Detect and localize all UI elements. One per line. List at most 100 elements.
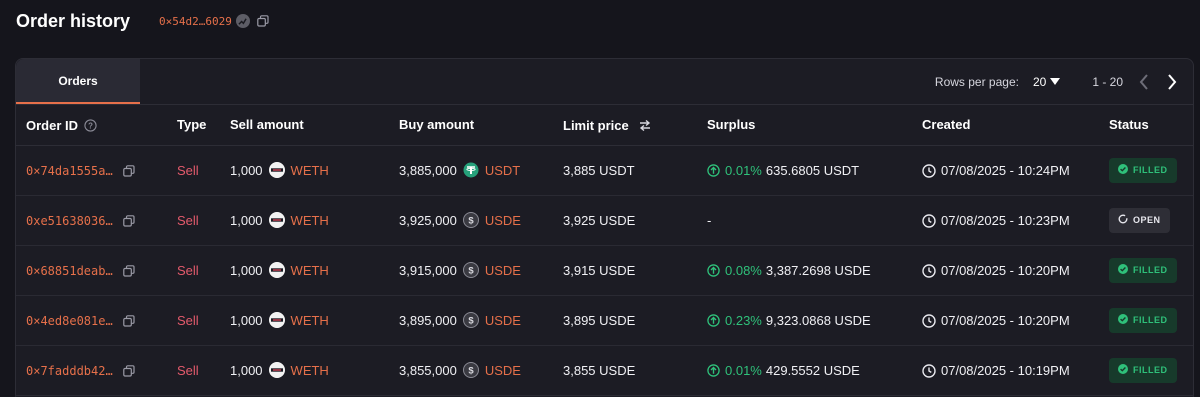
weth-icon <box>268 362 285 379</box>
buy-token-symbol[interactable]: USDE <box>485 313 521 328</box>
table-header-row: Order ID ? Type Sell amount Buy amount L… <box>16 105 1193 146</box>
sell-token-symbol[interactable]: WETH <box>291 263 329 278</box>
order-type: Sell <box>167 345 220 396</box>
col-order-id: Order ID ? <box>16 105 167 146</box>
table-row[interactable]: 0×7fadddb42… Sell 1,000 WETH 3,855,000 $… <box>16 345 1193 396</box>
table-row[interactable]: 0×4ed8e081e… Sell 1,000 WETH 3,895,000 $… <box>16 295 1193 346</box>
order-id-link[interactable]: 0×4ed8e081e… <box>26 314 113 328</box>
order-id-link[interactable]: 0xe51638036… <box>26 214 113 228</box>
pagination: Rows per page: 20 1 - 20 <box>935 59 1177 105</box>
limit-price: 3,885 USDT <box>553 145 697 196</box>
order-id-cell: 0×74da1555a… <box>16 145 167 196</box>
table-row[interactable]: 0xe51638036… Sell 1,000 WETH 3,925,000 $… <box>16 195 1193 246</box>
order-type: Sell <box>167 295 220 346</box>
sell-amount: 1,000 <box>230 162 263 178</box>
page-title: Order history <box>16 10 131 31</box>
explorer-icon[interactable] <box>235 14 250 28</box>
order-id-cell: 0×68851deab… <box>16 245 167 296</box>
check-circle-icon <box>1118 264 1128 276</box>
open-circle-icon <box>1118 214 1128 226</box>
surplus-cell: 0.01% 635.6805 USDT <box>697 145 912 196</box>
created-cell: 07/08/2025 - 10:20PM <box>912 295 1099 346</box>
orders-card: Orders Rows per page: 20 1 - 20 Order ID… <box>15 58 1194 397</box>
sell-token-symbol[interactable]: WETH <box>291 213 329 228</box>
status-cell: OPEN <box>1099 195 1193 246</box>
sell-token-symbol[interactable]: WETH <box>291 163 329 178</box>
sell-amount: 1,000 <box>230 212 263 228</box>
status-cell: FILLED <box>1099 295 1193 346</box>
sell-amount: 1,000 <box>230 262 263 278</box>
order-type: Sell <box>167 145 220 196</box>
buy-amount-cell: 3,925,000 $ USDE <box>389 195 553 246</box>
svg-text:$: $ <box>468 366 474 377</box>
clock-icon <box>922 263 936 278</box>
buy-amount: 3,915,000 <box>399 262 457 278</box>
svg-text:?: ? <box>88 121 93 130</box>
surplus-up-icon <box>707 264 720 277</box>
status-cell: FILLED <box>1099 145 1193 196</box>
sell-amount-cell: 1,000 WETH <box>220 295 389 346</box>
weth-icon <box>268 212 285 229</box>
buy-token-symbol[interactable]: USDE <box>485 263 521 278</box>
prev-page-button[interactable] <box>1139 74 1149 90</box>
buy-token-symbol[interactable]: USDE <box>485 363 521 378</box>
buy-amount-cell: 3,915,000 $ USDE <box>389 245 553 296</box>
created-cell: 07/08/2025 - 10:23PM <box>912 195 1099 246</box>
surplus-amount: 9,323.0868 USDE <box>765 313 871 329</box>
usde-icon: $ <box>462 362 479 379</box>
next-page-button[interactable] <box>1167 74 1177 90</box>
swap-arrows-icon[interactable] <box>639 119 651 131</box>
check-circle-icon <box>1118 164 1128 176</box>
usde-icon: $ <box>462 312 479 329</box>
sell-amount-cell: 1,000 WETH <box>220 145 389 196</box>
status-badge: FILLED <box>1109 357 1177 383</box>
copy-icon[interactable] <box>122 164 135 177</box>
usdt-icon <box>463 162 479 178</box>
order-id-cell: 0×7fadddb42… <box>16 345 167 396</box>
status-badge: FILLED <box>1109 307 1177 333</box>
copy-icon[interactable] <box>122 264 135 277</box>
buy-amount: 3,855,000 <box>399 362 457 378</box>
copy-icon[interactable] <box>122 214 135 227</box>
created-cell: 07/08/2025 - 10:24PM <box>912 145 1099 196</box>
status-label: FILLED <box>1133 165 1168 175</box>
order-id-link[interactable]: 0×68851deab… <box>26 264 113 278</box>
tab-orders[interactable]: Orders <box>16 59 140 104</box>
order-id-link[interactable]: 0×7fadddb42… <box>26 364 113 378</box>
clock-icon <box>922 363 936 378</box>
surplus-percent: 0.23% <box>725 313 762 329</box>
buy-amount-cell: 3,895,000 $ USDE <box>389 295 553 346</box>
tab-bar: Orders Rows per page: 20 1 - 20 <box>16 59 1193 105</box>
copy-icon[interactable] <box>122 364 135 377</box>
rows-per-page-label: Rows per page: <box>934 75 1019 89</box>
surplus-amount: 429.5552 USDE <box>765 363 860 379</box>
table-row[interactable]: 0×68851deab… Sell 1,000 WETH 3,915,000 $… <box>16 245 1193 296</box>
surplus-amount: - <box>707 213 712 229</box>
copy-icon[interactable] <box>122 314 135 327</box>
buy-amount-cell: 3,885,000 USDT <box>389 145 553 196</box>
info-icon[interactable]: ? <box>84 119 97 132</box>
check-circle-icon <box>1118 364 1128 376</box>
surplus-amount: 3,387.2698 USDE <box>765 263 871 279</box>
check-circle-icon <box>1118 314 1128 326</box>
order-id-cell: 0×4ed8e081e… <box>16 295 167 346</box>
buy-token-symbol[interactable]: USDE <box>485 213 521 228</box>
status-label: FILLED <box>1133 315 1168 325</box>
rows-per-page-value: 20 <box>1032 75 1047 89</box>
sell-token-symbol[interactable]: WETH <box>291 363 329 378</box>
col-status: Status <box>1099 105 1193 146</box>
sell-token-symbol[interactable]: WETH <box>291 313 329 328</box>
surplus-percent: 0.01% <box>725 163 762 179</box>
surplus-cell: 0.01% 429.5552 USDE <box>697 345 912 396</box>
order-id-link[interactable]: 0×74da1555a… <box>26 164 113 178</box>
copy-address-icon[interactable] <box>257 15 269 27</box>
table-row[interactable]: 0×74da1555a… Sell 1,000 WETH 3,885,000 U… <box>16 145 1193 196</box>
clock-icon <box>922 163 936 178</box>
wallet-address-link[interactable]: 0×54d2…6029 <box>159 15 232 28</box>
sell-amount: 1,000 <box>230 362 263 378</box>
limit-price: 3,855 USDE <box>553 345 697 396</box>
rows-per-page-select[interactable]: 20 <box>1032 75 1061 89</box>
weth-icon <box>268 312 285 329</box>
col-limit-price: Limit price <box>553 105 697 146</box>
buy-token-symbol[interactable]: USDT <box>485 163 520 178</box>
